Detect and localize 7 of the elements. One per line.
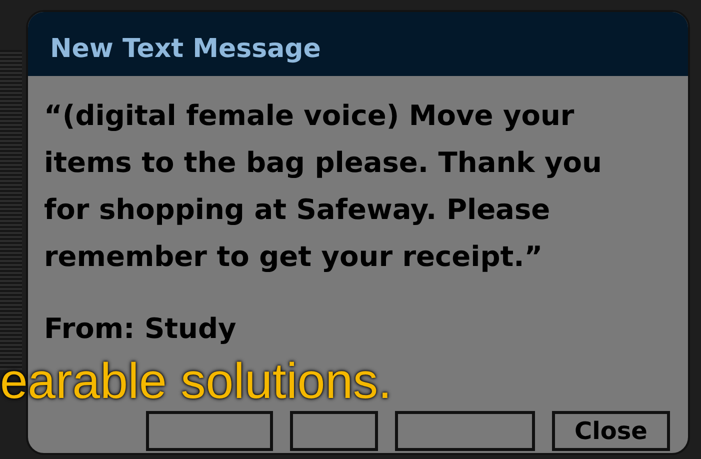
sender-text: From: Study	[43, 311, 238, 347]
dialog-button[interactable]	[290, 411, 378, 451]
dialog-button[interactable]	[395, 411, 535, 451]
close-button[interactable]: Close	[552, 411, 670, 451]
dialog-title: New Text Message	[28, 12, 688, 76]
dialog-button[interactable]	[146, 411, 273, 451]
message-text: “(digital female voice) Move your items to the bag please. Thank you for shopping at Safeway. Please remember to get your receipt.”	[43, 98, 603, 275]
